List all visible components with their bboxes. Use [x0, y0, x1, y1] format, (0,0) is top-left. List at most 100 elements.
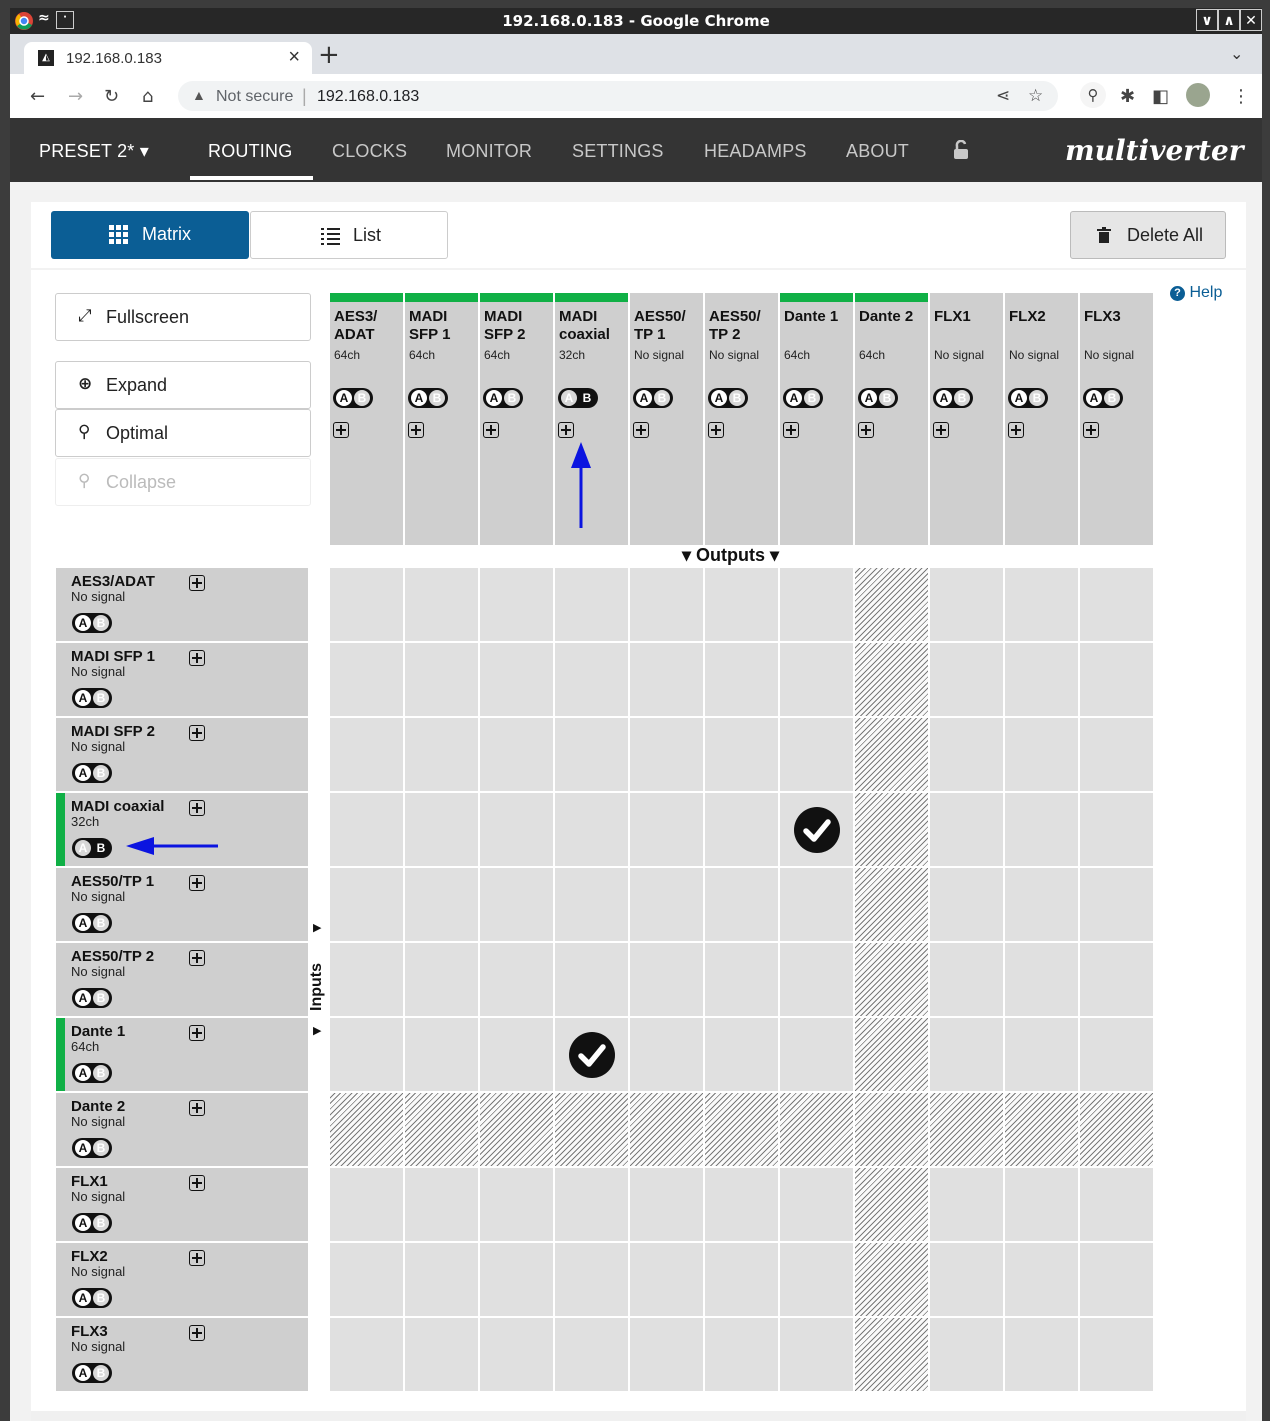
- routing-cell[interactable]: [705, 643, 778, 716]
- collapse-button[interactable]: ⚲ Collapse: [55, 458, 311, 506]
- expand-plus-icon[interactable]: [189, 1100, 205, 1116]
- routing-cell[interactable]: [555, 568, 628, 641]
- list-view-button[interactable]: List: [250, 211, 448, 259]
- routing-cell[interactable]: [330, 1093, 403, 1166]
- ab-toggle[interactable]: AB: [72, 688, 112, 708]
- ab-toggle[interactable]: AB: [858, 388, 898, 408]
- output-column-header[interactable]: AES50/ TP 2 No signal A B: [705, 293, 778, 545]
- ab-toggle[interactable]: AB: [72, 913, 112, 933]
- output-column-header[interactable]: Dante 1 64ch A B: [780, 293, 853, 545]
- chrome-menu-icon[interactable]: ⋮: [1232, 86, 1250, 107]
- ab-toggle[interactable]: AB: [72, 988, 112, 1008]
- extensions-puzzle-icon[interactable]: ✱: [1120, 86, 1135, 107]
- routing-cell[interactable]: [405, 943, 478, 1016]
- expand-plus-icon[interactable]: [333, 422, 349, 438]
- output-column-header[interactable]: AES50/ TP 1 No signal A B: [630, 293, 703, 545]
- routing-cell[interactable]: [1080, 568, 1153, 641]
- routing-cell[interactable]: [855, 718, 928, 791]
- routing-cell[interactable]: [405, 868, 478, 941]
- routing-cell[interactable]: [855, 1318, 928, 1391]
- routing-cell[interactable]: [480, 943, 553, 1016]
- reload-icon[interactable]: ↻: [104, 86, 119, 107]
- browser-tab[interactable]: ◭ 192.168.0.183 ×: [24, 42, 312, 74]
- input-row-header[interactable]: AES50/TP 2 No signal A B: [56, 943, 308, 1016]
- routing-cell[interactable]: [780, 568, 853, 641]
- help-link[interactable]: ? Help: [1170, 284, 1222, 302]
- routing-cell[interactable]: [630, 1318, 703, 1391]
- routing-cell[interactable]: [1005, 718, 1078, 791]
- ab-toggle[interactable]: AB: [72, 613, 112, 633]
- routing-cell[interactable]: [555, 718, 628, 791]
- routing-cell[interactable]: [480, 1168, 553, 1241]
- nav-routing[interactable]: ROUTING: [208, 141, 292, 162]
- routing-cell[interactable]: [1005, 1093, 1078, 1166]
- input-row-header[interactable]: FLX1 No signal A B: [56, 1168, 308, 1241]
- routing-cell[interactable]: [1080, 1168, 1153, 1241]
- ab-toggle[interactable]: AB: [408, 388, 448, 408]
- routing-cell[interactable]: [630, 1243, 703, 1316]
- routing-cell[interactable]: [330, 643, 403, 716]
- expand-plus-icon[interactable]: [708, 422, 724, 438]
- routing-cell[interactable]: [705, 718, 778, 791]
- routing-cell[interactable]: [1005, 868, 1078, 941]
- expand-plus-icon[interactable]: [1083, 422, 1099, 438]
- routing-cell[interactable]: [1005, 943, 1078, 1016]
- expand-plus-icon[interactable]: [1008, 422, 1024, 438]
- routing-cell[interactable]: [1080, 718, 1153, 791]
- fullscreen-button[interactable]: ⤢ Fullscreen: [55, 293, 311, 341]
- routing-cell[interactable]: [405, 643, 478, 716]
- routing-cell[interactable]: [330, 1243, 403, 1316]
- share-icon[interactable]: ⋖: [996, 86, 1010, 106]
- routing-cell[interactable]: [930, 943, 1003, 1016]
- ab-toggle[interactable]: AB: [72, 1063, 112, 1083]
- routing-cell[interactable]: [480, 868, 553, 941]
- routing-cell[interactable]: [630, 793, 703, 866]
- ab-toggle[interactable]: AB: [72, 1138, 112, 1158]
- ab-toggle[interactable]: AB: [72, 1213, 112, 1233]
- routing-cell[interactable]: [630, 943, 703, 1016]
- back-icon[interactable]: ←: [30, 86, 45, 107]
- routing-cell[interactable]: [405, 718, 478, 791]
- ab-toggle[interactable]: AB: [933, 388, 973, 408]
- routing-cell[interactable]: [555, 1318, 628, 1391]
- routing-cell[interactable]: [780, 1018, 853, 1091]
- routing-cell[interactable]: [330, 1168, 403, 1241]
- expand-plus-icon[interactable]: [189, 575, 205, 591]
- output-column-header[interactable]: FLX3 No signal A B: [1080, 293, 1153, 545]
- expand-plus-icon[interactable]: [189, 1250, 205, 1266]
- routing-cell[interactable]: [480, 793, 553, 866]
- routing-cell[interactable]: [1005, 1318, 1078, 1391]
- side-panel-icon[interactable]: ◧: [1152, 86, 1169, 107]
- routing-cell[interactable]: [480, 1318, 553, 1391]
- output-column-header[interactable]: Dante 2 64ch A B: [855, 293, 928, 545]
- routing-cell[interactable]: [855, 1018, 928, 1091]
- horizontal-scrollbar[interactable]: [31, 1411, 1246, 1421]
- bookmark-star-icon[interactable]: ☆: [1028, 86, 1043, 106]
- routing-cell[interactable]: [930, 793, 1003, 866]
- input-row-header[interactable]: AES50/TP 1 No signal A B: [56, 868, 308, 941]
- routing-cell[interactable]: [555, 943, 628, 1016]
- routing-cell[interactable]: [555, 793, 628, 866]
- new-tab-button[interactable]: +: [318, 40, 340, 70]
- input-row-header[interactable]: Dante 2 No signal A B: [56, 1093, 308, 1166]
- routing-cell[interactable]: [480, 568, 553, 641]
- ab-toggle[interactable]: AB: [483, 388, 523, 408]
- routing-cell[interactable]: [780, 793, 853, 866]
- unlock-icon[interactable]: [952, 140, 974, 160]
- routing-cell[interactable]: [405, 1093, 478, 1166]
- routing-cell[interactable]: [705, 1018, 778, 1091]
- close-window-icon[interactable]: ✕: [1240, 9, 1262, 31]
- routing-cell[interactable]: [705, 1318, 778, 1391]
- routing-cell[interactable]: [405, 568, 478, 641]
- routing-cell[interactable]: [405, 1018, 478, 1091]
- ab-toggle[interactable]: AB: [72, 1288, 112, 1308]
- expand-plus-icon[interactable]: [189, 1325, 205, 1341]
- expand-plus-icon[interactable]: [189, 650, 205, 666]
- routing-cell[interactable]: [930, 643, 1003, 716]
- output-column-header[interactable]: AES3/ ADAT 64ch A B: [330, 293, 403, 545]
- routing-cell[interactable]: [1005, 1243, 1078, 1316]
- routing-cell[interactable]: [630, 1168, 703, 1241]
- routing-cell[interactable]: [1080, 1243, 1153, 1316]
- routing-cell[interactable]: [330, 1018, 403, 1091]
- expand-plus-icon[interactable]: [933, 422, 949, 438]
